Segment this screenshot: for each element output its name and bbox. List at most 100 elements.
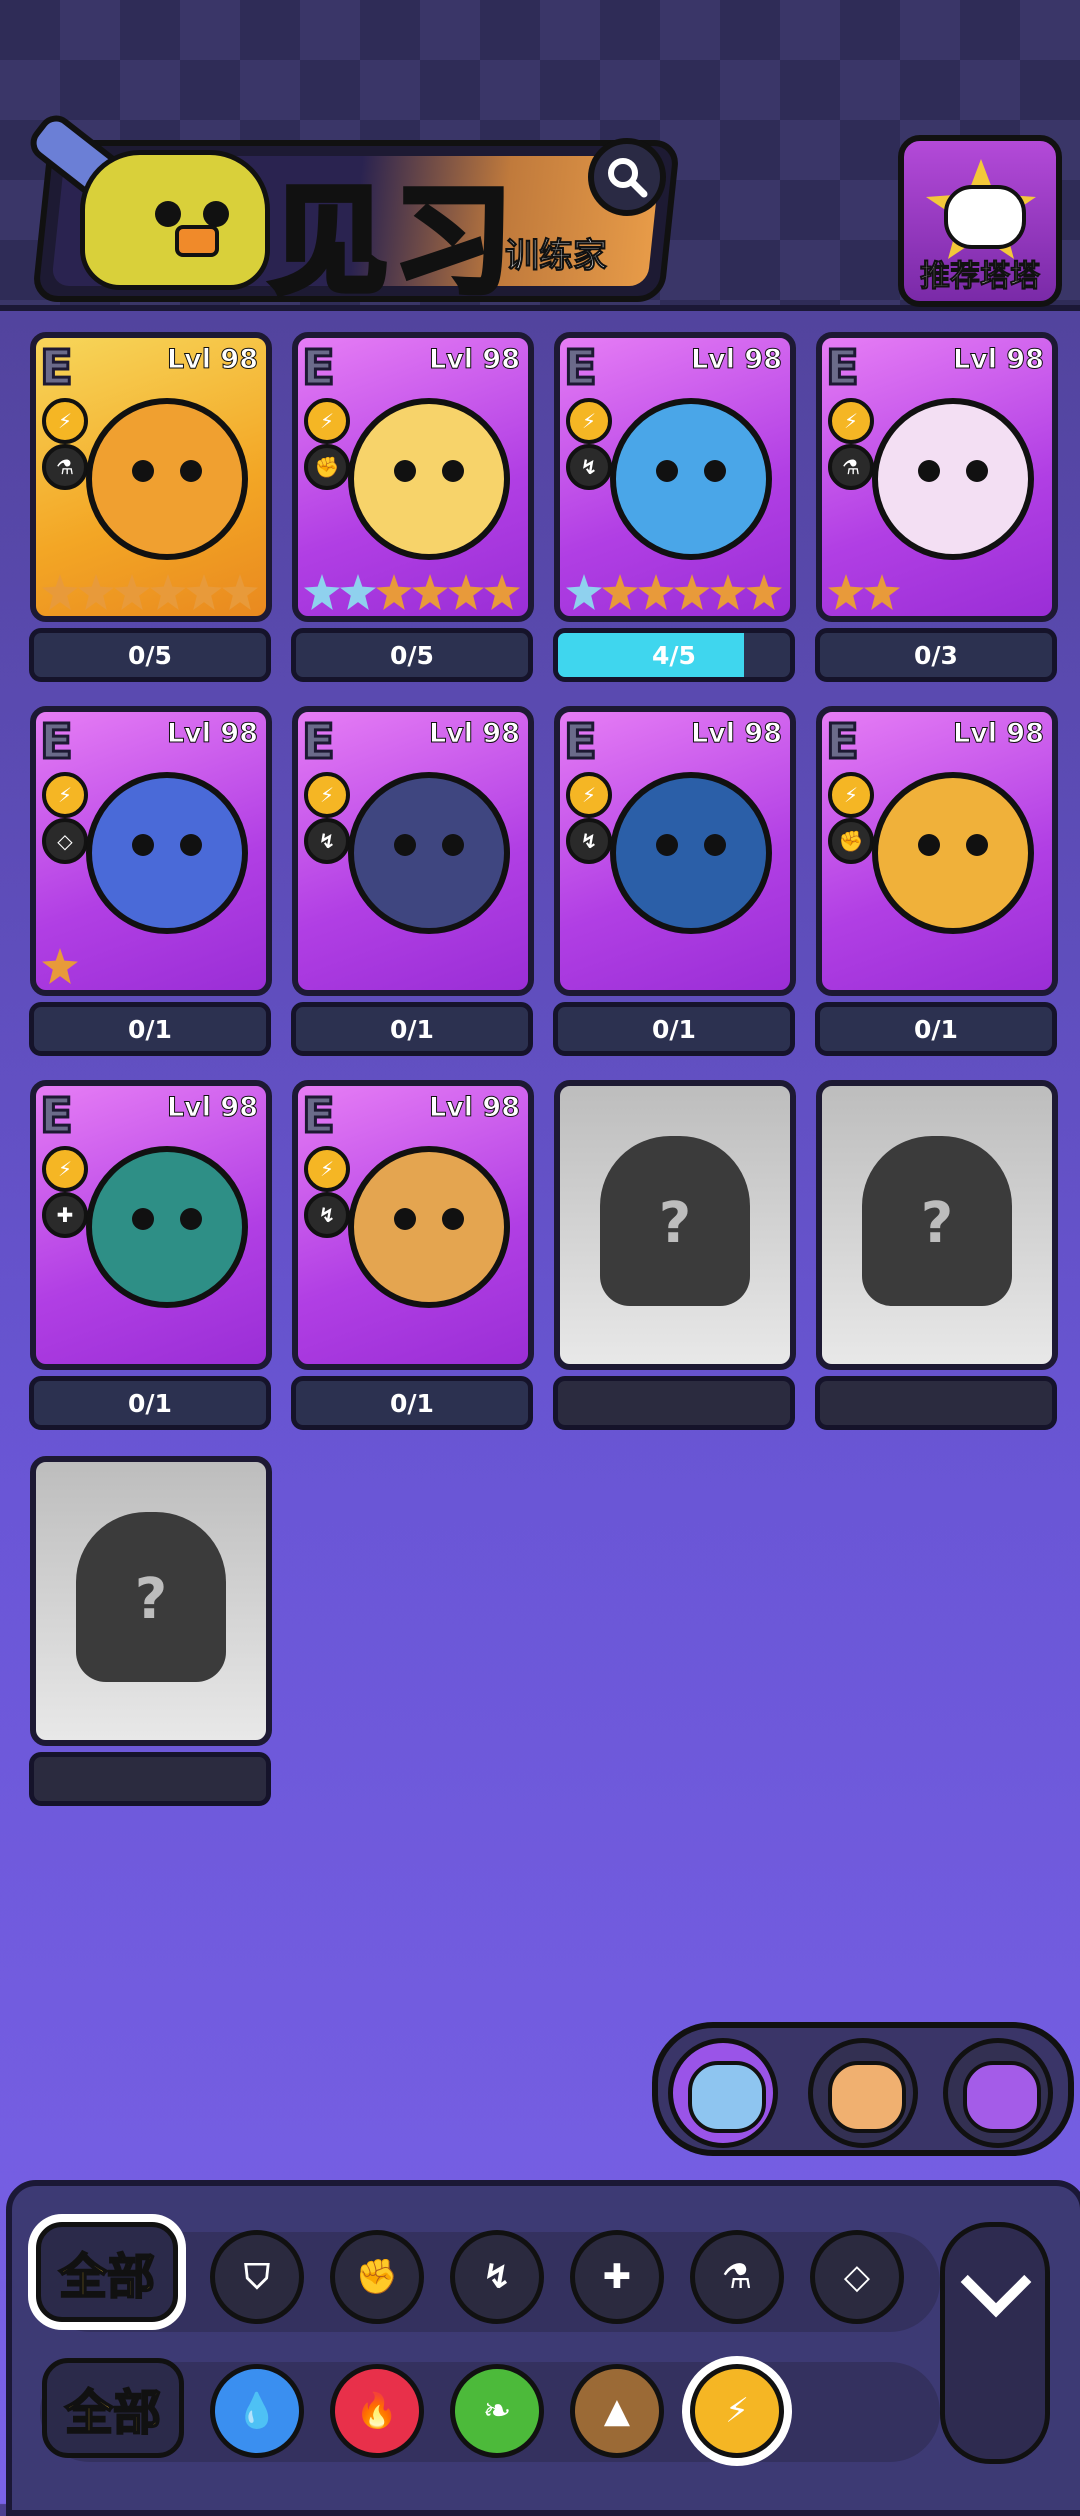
monster-card[interactable]: E Lvl 98 ⚡ ✚ [30,1080,272,1370]
class-icon: ⚗ [828,444,874,490]
class-icon: ↯ [304,1192,350,1238]
progress-label: 0/3 [914,640,958,670]
class-icon: ↯ [566,444,612,490]
search-icon [608,158,648,198]
star-icon [828,574,864,610]
lightning-icon: ⚡ [304,398,350,444]
monster-portrait [86,1146,248,1308]
monster-card[interactable]: E Lvl 98 ⚡ ✊ [816,706,1058,996]
class-icon: ✊ [304,444,350,490]
rank-letter: E [301,339,337,398]
progress-label: 0/1 [128,1014,172,1044]
monster-silhouette: ? [862,1136,1012,1306]
class-icon: ↯ [304,818,350,864]
element-filter-all-button[interactable]: 全部 [42,2358,184,2458]
progress-bar: 0/1 [291,1376,533,1430]
star-icon [42,948,78,984]
hamster-face-icon [828,2061,906,2133]
recommend-button[interactable]: 推荐塔塔 [898,135,1062,307]
level-label: Lvl 98 [166,1092,258,1124]
progress-bar: 0/3 [815,628,1057,682]
star-icon [376,574,412,610]
lightning-icon[interactable]: ⚡ [690,2364,784,2458]
star-icon [448,574,484,610]
progress-label: 4/5 [652,640,696,670]
progress-label: 0/1 [914,1014,958,1044]
rank-letter: E [39,713,75,772]
locked-card[interactable]: ? [30,1456,272,1746]
fire-icon[interactable]: 🔥 [330,2364,424,2458]
monster-card[interactable]: E Lvl 98 ⚡ ◇ [30,706,272,996]
flask-icon[interactable]: ⚗ [690,2230,784,2324]
diamond-icon[interactable]: ◇ [810,2230,904,2324]
star-rating [42,574,258,610]
rank-letter: E [825,339,861,398]
star-rating [304,574,520,610]
locked-card[interactable]: ? [554,1080,796,1370]
question-mark: ? [658,1191,692,1256]
star-icon [412,574,448,610]
earth-icon[interactable]: ▲ [570,2364,664,2458]
level-label: Lvl 98 [428,344,520,376]
monster-card[interactable]: E Lvl 98 ⚡ ↯ [554,706,796,996]
star-icon [864,574,900,610]
empty-progress-bar [29,1752,271,1806]
monster-card[interactable]: E Lvl 98 ⚡ ↯ [292,1080,534,1370]
lightning-icon: ⚡ [566,772,612,818]
progress-bar: 0/5 [291,628,533,682]
star-icon [114,574,150,610]
class-filter-all-button[interactable]: 全部 [36,2222,178,2322]
monster-card[interactable]: E Lvl 98 ⚡ ⚗ [30,332,272,622]
progress-bar: 0/1 [553,1002,795,1056]
lightning-icon: ⚡ [42,398,88,444]
recommend-label: 推荐塔塔 [920,259,1041,295]
cross-icon[interactable]: ✚ [570,2230,664,2324]
level-label: Lvl 98 [166,718,258,750]
question-mark: ? [134,1567,168,1632]
team-tab-2[interactable] [808,2038,918,2148]
rank-letter: E [301,1087,337,1146]
monster-portrait [872,398,1034,560]
rank-letter: E [39,339,75,398]
team-tab-3[interactable] [943,2038,1053,2148]
monster-card[interactable]: E Lvl 98 ⚡ ⚗ [816,332,1058,622]
shield-icon[interactable]: ⛉ [210,2230,304,2324]
star-rating [42,948,78,984]
star-icon [304,574,340,610]
star-icon [710,574,746,610]
monster-portrait [348,398,510,560]
team-tab-1[interactable] [668,2038,778,2148]
kick-icon[interactable]: ↯ [450,2230,544,2324]
level-label: Lvl 98 [952,718,1044,750]
monster-portrait [86,398,248,560]
locked-card[interactable]: ? [816,1080,1058,1370]
search-button[interactable] [588,138,666,216]
empty-progress-bar [553,1376,795,1430]
fist-icon[interactable]: ✊ [330,2230,424,2324]
monster-portrait [348,772,510,934]
empty-progress-bar [815,1376,1057,1430]
page-subtitle: 训练家 [505,236,608,277]
expand-filter-button[interactable] [940,2222,1050,2464]
monster-card[interactable]: E Lvl 98 ⚡ ✊ [292,332,534,622]
progress-bar: 0/1 [29,1002,271,1056]
water-icon[interactable]: 💧 [210,2364,304,2458]
progress-bar: 0/1 [815,1002,1057,1056]
progress-label: 0/1 [390,1388,434,1418]
level-label: Lvl 98 [952,344,1044,376]
star-icon [638,574,674,610]
progress-label: 0/5 [390,640,434,670]
monster-portrait [872,772,1034,934]
monster-card[interactable]: E Lvl 98 ⚡ ↯ [554,332,796,622]
leaf-icon[interactable]: ❧ [450,2364,544,2458]
lightning-icon: ⚡ [304,772,350,818]
class-icon: ↯ [566,818,612,864]
monster-card[interactable]: E Lvl 98 ⚡ ↯ [292,706,534,996]
lightning-icon: ⚡ [42,1146,88,1192]
header-bar: 见习 训练家 推荐塔塔 [0,0,1080,313]
star-icon [150,574,186,610]
star-icon [746,574,782,610]
monster-silhouette: ? [600,1136,750,1306]
star-icon [222,574,258,610]
rank-letter: E [301,713,337,772]
